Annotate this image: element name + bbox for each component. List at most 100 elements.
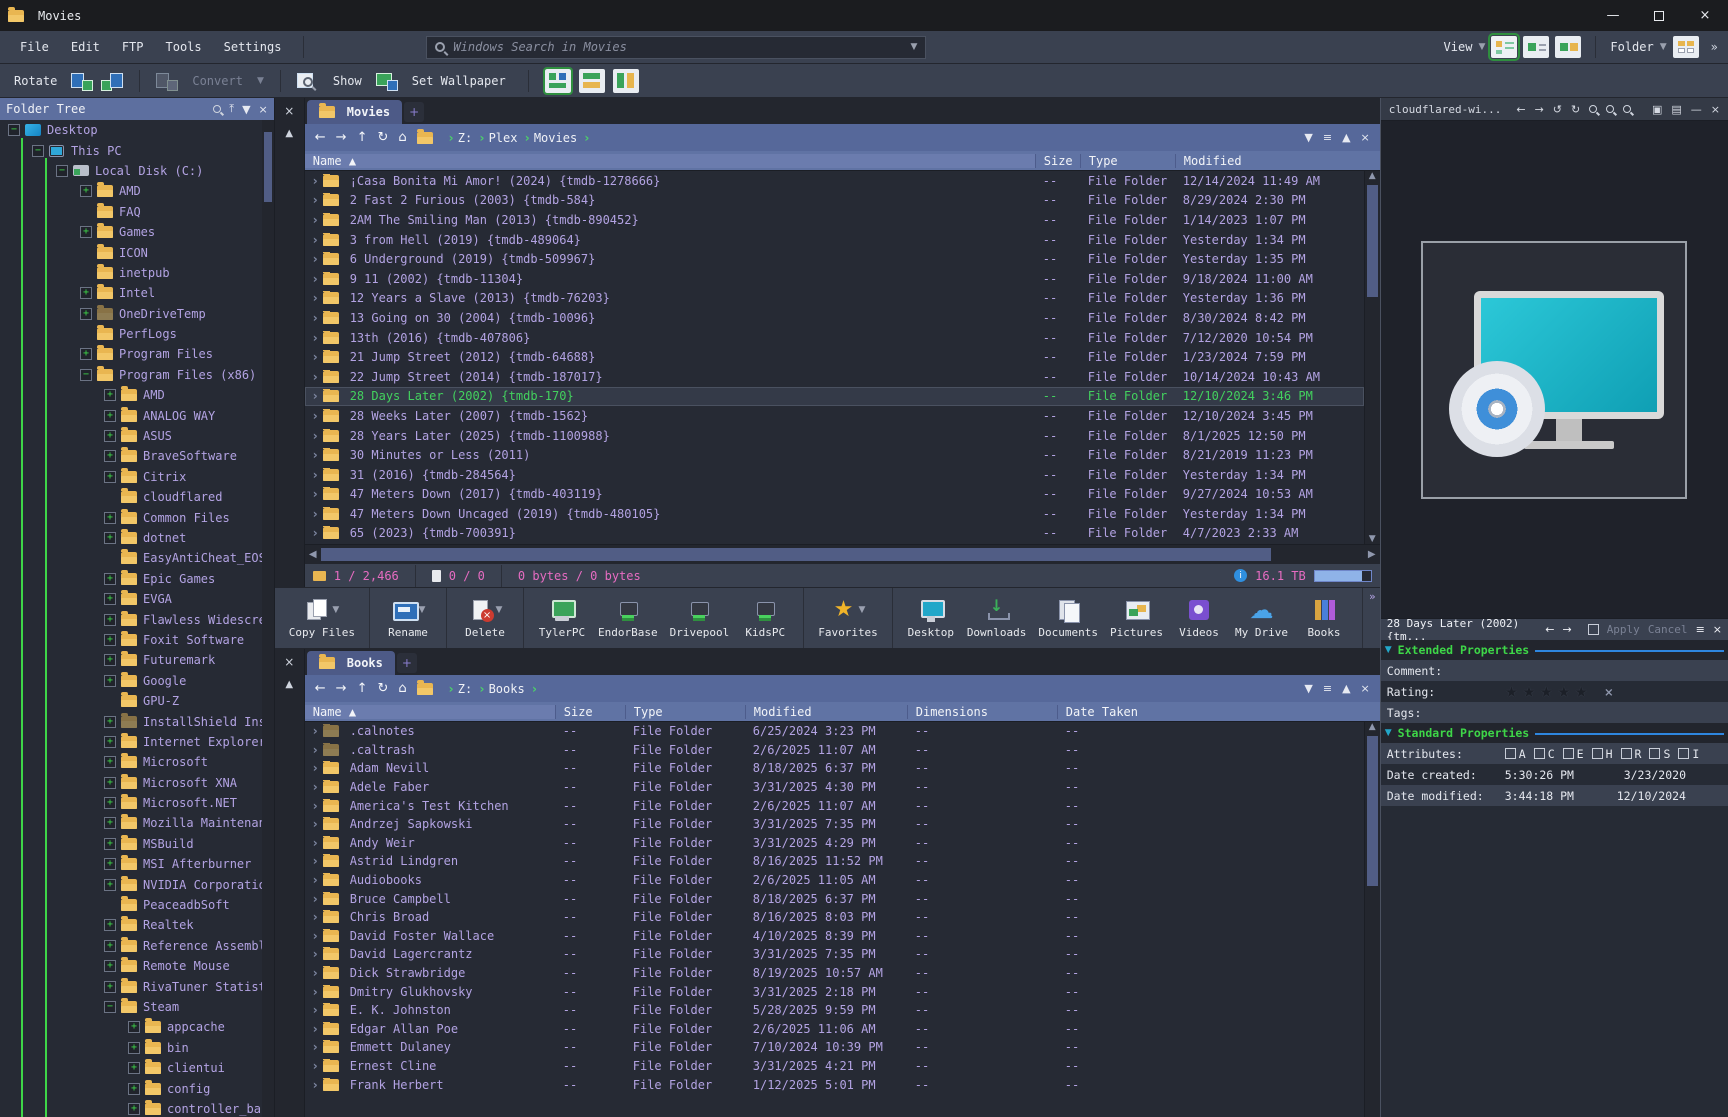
tree-item[interactable]: +config	[0, 1078, 262, 1098]
row-expand-icon[interactable]: ›	[313, 985, 318, 999]
next-item-icon[interactable]: →	[1562, 623, 1571, 636]
rating-row[interactable]: Rating: ★★★★★ ×	[1381, 681, 1728, 702]
forward-icon[interactable]: →	[336, 681, 347, 696]
tree-item[interactable]: +NVIDIA Corporation	[0, 874, 262, 894]
rotate-ccw-icon[interactable]: ↺	[1553, 103, 1562, 116]
tree-item[interactable]: +Games	[0, 222, 262, 242]
row-expand-icon[interactable]: ›	[313, 836, 318, 850]
expand-icon[interactable]: +	[104, 940, 116, 952]
shortcut-kidspc[interactable]: KidsPC	[737, 598, 793, 639]
shortcut-rename[interactable]: ▼Rename	[380, 598, 436, 639]
table-row[interactable]: ›Emmett Dulaney--File Folder7/10/2024 10…	[305, 1038, 1364, 1057]
tree-item[interactable]: cloudflared	[0, 487, 262, 507]
table-row[interactable]: ›31 (2016) {tmdb-284564}--File FolderYes…	[305, 465, 1364, 485]
tree-item[interactable]: +Reference Assemblies	[0, 936, 262, 956]
tree-item[interactable]: +AMD	[0, 385, 262, 405]
tree-item[interactable]: +OneDriveTemp	[0, 304, 262, 324]
table-row[interactable]: ›Frank Herbert--File Folder1/12/2025 5:0…	[305, 1075, 1364, 1094]
tree-item[interactable]: PeaceadbSoft	[0, 895, 262, 915]
expand-icon[interactable]: +	[128, 1021, 140, 1033]
table-row[interactable]: ›28 Years Later (2025) {tmdb-1100988}--F…	[305, 426, 1364, 446]
shortcut-downloads[interactable]: Downloads	[963, 598, 1031, 639]
tree-item[interactable]: +Internet Explorer	[0, 732, 262, 752]
pane-x-icon[interactable]: ×	[1361, 131, 1370, 144]
breadcrumb-segment[interactable]: Movies	[534, 131, 585, 145]
table-row[interactable]: ›¡Casa Bonita Mi Amor! (2024) {tmdb-1278…	[305, 171, 1364, 191]
table-row[interactable]: ›47 Meters Down Uncaged (2019) {tmdb-480…	[305, 504, 1364, 524]
shortcut-drivepool[interactable]: Drivepool	[666, 598, 734, 639]
column-header-size[interactable]: Size	[1035, 154, 1080, 168]
tree-item[interactable]: +Futuremark	[0, 650, 262, 670]
pane-collapse-icon[interactable]: ▲	[285, 679, 293, 690]
tree-item[interactable]: PerfLogs	[0, 324, 262, 344]
tree-item[interactable]: −Local Disk (C:)	[0, 161, 262, 181]
rating-stars[interactable]: ★★★★★	[1505, 683, 1592, 701]
table-row[interactable]: ›22 Jump Street (2014) {tmdb-187017}--Fi…	[305, 367, 1364, 387]
path-dropdown-icon[interactable]: ▼	[1304, 682, 1312, 695]
row-expand-icon[interactable]: ›	[313, 409, 318, 423]
home-icon[interactable]: ⌂	[398, 130, 406, 145]
pane-layout-1-icon[interactable]	[545, 69, 571, 93]
tree-item[interactable]: +appcache	[0, 1017, 262, 1037]
path-dropdown-icon[interactable]: ▼	[1304, 131, 1312, 144]
collapse-icon[interactable]: −	[80, 369, 92, 381]
row-expand-icon[interactable]: ›	[313, 910, 318, 924]
table-row[interactable]: ›Andrzej Sapkowski--File Folder3/31/2025…	[305, 815, 1364, 834]
tab-books[interactable]: Books	[307, 651, 395, 675]
back-icon[interactable]: ←	[315, 681, 326, 696]
expand-icon[interactable]: +	[104, 981, 116, 993]
pane-collapse-icon[interactable]: ▲	[285, 128, 293, 139]
expand-icon[interactable]: +	[104, 716, 116, 728]
scroll-up-icon[interactable]: ▲	[1365, 171, 1380, 181]
row-expand-icon[interactable]: ›	[313, 233, 318, 247]
menubar-overflow-icon[interactable]: »	[1711, 40, 1718, 54]
expand-icon[interactable]: +	[104, 593, 116, 605]
preview-forward-icon[interactable]: →	[1535, 103, 1544, 116]
row-expand-icon[interactable]: ›	[313, 193, 318, 207]
column-header-name[interactable]: Name ▲	[305, 705, 555, 719]
properties-close-icon[interactable]: ×	[1713, 623, 1722, 636]
table-row[interactable]: ›David Foster Wallace--File Folder4/10/2…	[305, 927, 1364, 946]
table-row[interactable]: ›E. K. Johnston--File Folder5/28/2025 9:…	[305, 1001, 1364, 1020]
table-row[interactable]: ›12 Years a Slave (2013) {tmdb-76203}--F…	[305, 289, 1364, 309]
table-row[interactable]: ›Dick Strawbridge--File Folder8/19/2025 …	[305, 964, 1364, 983]
scroll-right-icon[interactable]: ▶	[1364, 549, 1380, 560]
menu-tools[interactable]: Tools	[156, 37, 212, 57]
tree-dropdown-icon[interactable]: ▼	[242, 103, 250, 116]
tree-item[interactable]: +Microsoft XNA	[0, 773, 262, 793]
tree-item[interactable]: +dotnet	[0, 528, 262, 548]
row-expand-icon[interactable]: ›	[313, 311, 318, 325]
movies-hscrollbar-thumb[interactable]	[321, 548, 1271, 561]
menu-edit[interactable]: Edit	[61, 37, 110, 57]
show-icon[interactable]	[297, 71, 319, 91]
preview-minimize-icon[interactable]: —	[1691, 103, 1702, 116]
table-row[interactable]: ›Adam Nevill--File Folder8/18/2025 6:37 …	[305, 759, 1364, 778]
tree-item[interactable]: −Desktop	[0, 120, 262, 140]
row-expand-icon[interactable]: ›	[313, 350, 318, 364]
table-row[interactable]: ›3 from Hell (2019) {tmdb-489064}--File …	[305, 230, 1364, 250]
table-row[interactable]: ›13th (2016) {tmdb-407806}--File Folder7…	[305, 328, 1364, 348]
shortcut-books[interactable]: Books	[1296, 598, 1352, 639]
tree-item[interactable]: −Program Files (x86)	[0, 365, 262, 385]
row-expand-icon[interactable]: ›	[313, 252, 318, 266]
view-menu[interactable]: View	[1444, 40, 1473, 54]
minimize-button[interactable]: —	[1590, 0, 1636, 31]
rating-clear-icon[interactable]: ×	[1604, 685, 1614, 699]
breadcrumb-segment[interactable]: Books	[489, 682, 532, 696]
shortcut-pictures[interactable]: Pictures	[1106, 598, 1167, 639]
row-expand-icon[interactable]: ›	[313, 272, 318, 286]
maximize-button[interactable]	[1636, 0, 1682, 31]
preview-fullscreen-icon[interactable]: ▣	[1652, 103, 1662, 116]
row-expand-icon[interactable]: ›	[313, 929, 318, 943]
table-row[interactable]: ›Adele Faber--File Folder3/31/2025 4:30 …	[305, 778, 1364, 797]
tree-item[interactable]: +Foxit Software	[0, 630, 262, 650]
table-row[interactable]: ›28 Weeks Later (2007) {tmdb-1562}--File…	[305, 406, 1364, 426]
show-button[interactable]: Show	[327, 74, 368, 88]
table-row[interactable]: ›28 Days Later (2002) {tmdb-170}--File F…	[305, 387, 1364, 407]
expand-icon[interactable]: +	[104, 675, 116, 687]
column-header-size[interactable]: Size	[555, 705, 625, 719]
tree-item[interactable]: +MSBuild	[0, 834, 262, 854]
expand-icon[interactable]: +	[104, 797, 116, 809]
books-scrollbar[interactable]: ▲ ▼	[1364, 722, 1380, 1117]
tree-item[interactable]: −Steam	[0, 997, 262, 1017]
